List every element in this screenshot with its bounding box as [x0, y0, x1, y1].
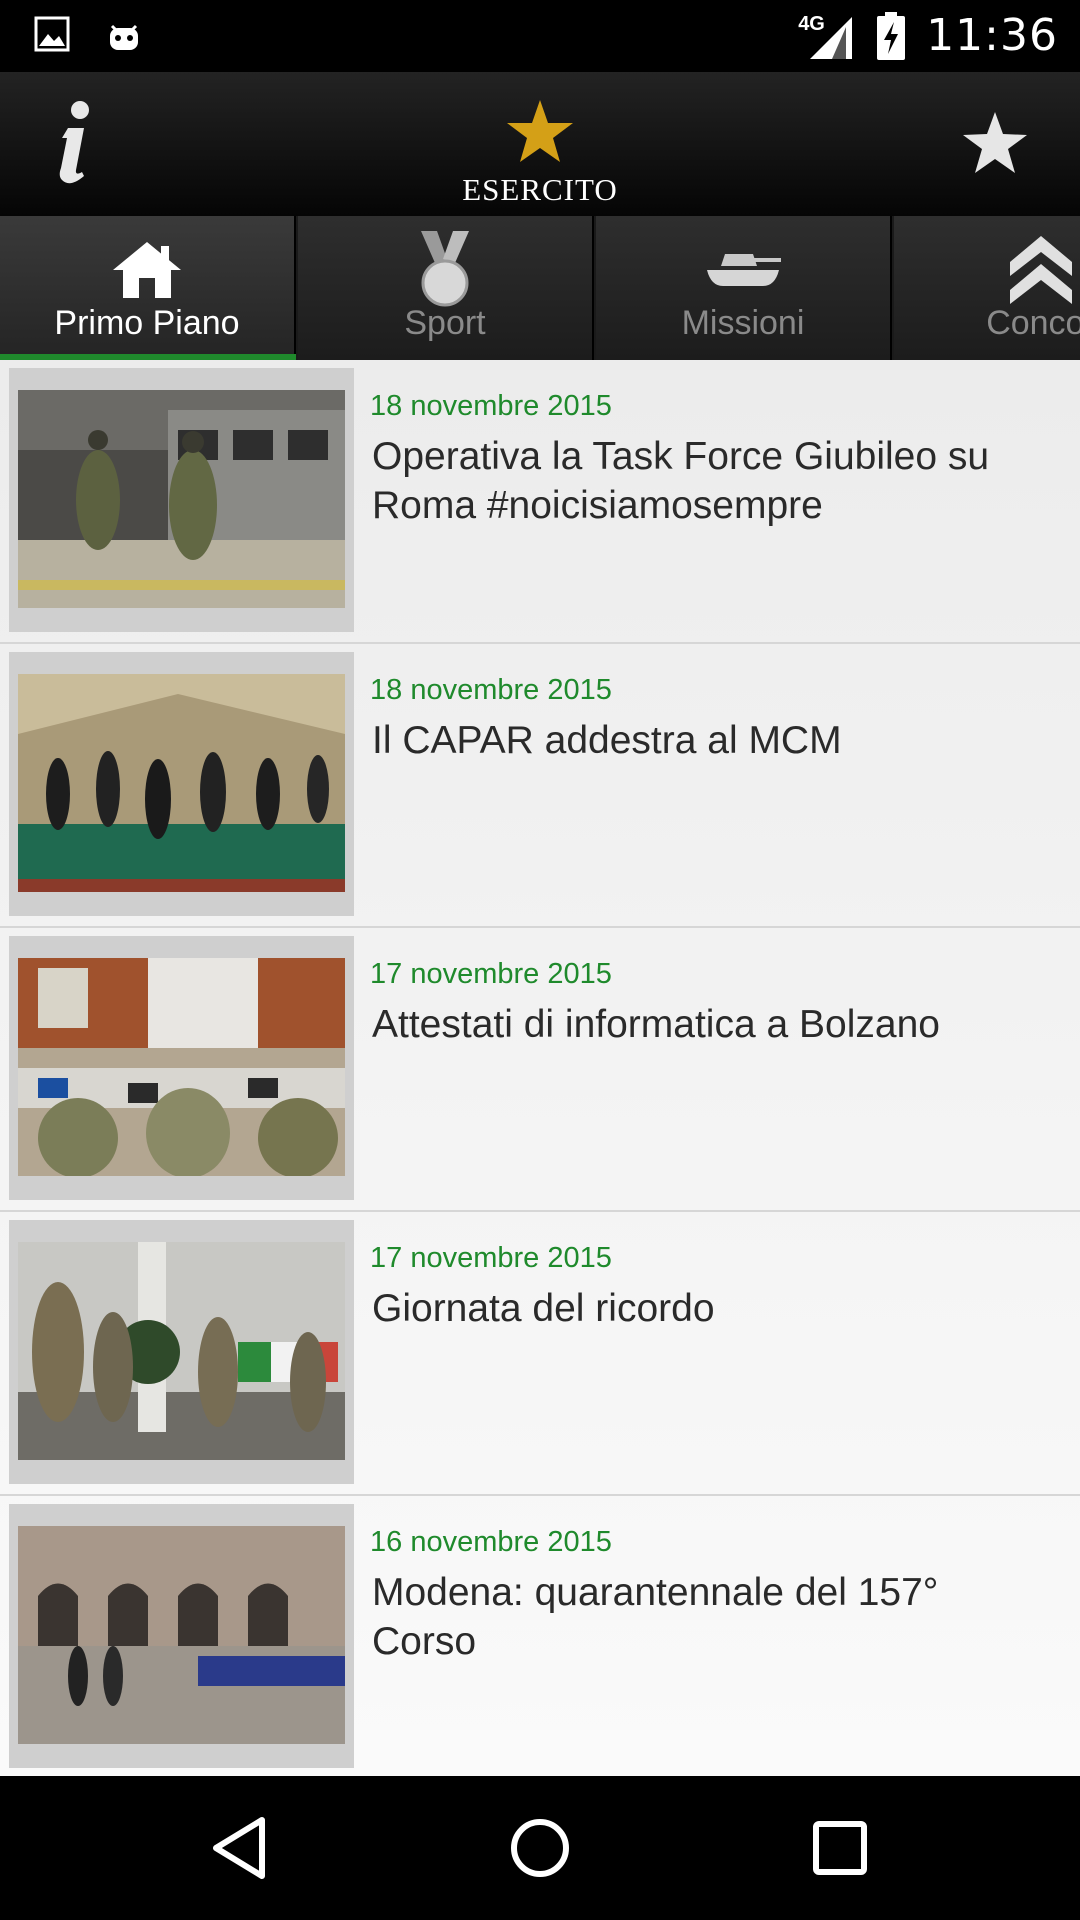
info-icon[interactable] — [44, 98, 104, 188]
news-item[interactable]: 18 novembre 2015 Il CAPAR addestra al MC… — [0, 644, 1080, 928]
category-tabs: Primo Piano Sport Missioni Conco — [0, 216, 1080, 360]
app-bar: ESERCITO — [0, 72, 1080, 216]
tab-label: Concor — [986, 304, 1080, 342]
tank-icon — [707, 254, 781, 286]
news-thumbnail-frame — [9, 936, 354, 1200]
star-icon[interactable] — [960, 108, 1030, 178]
news-thumbnail — [18, 958, 345, 1176]
news-thumbnail — [18, 1242, 345, 1460]
tab-label: Sport — [404, 304, 486, 342]
news-thumbnail — [18, 390, 345, 608]
home-circle-icon[interactable] — [504, 1812, 576, 1884]
news-item[interactable]: 17 novembre 2015 Giornata del ricordo — [0, 1212, 1080, 1496]
news-date: 18 novembre 2015 — [370, 390, 612, 422]
news-item[interactable]: 18 novembre 2015 Operativa la Task Force… — [0, 360, 1080, 644]
news-thumbnail-frame — [9, 1220, 354, 1484]
clock: 11:36 — [926, 10, 1058, 61]
news-title: Operativa la Task Force Giubileo su Roma… — [372, 435, 990, 527]
signal-icon — [810, 16, 853, 59]
system-navigation-bar — [0, 1776, 1080, 1920]
news-thumbnail-frame — [9, 652, 354, 916]
news-title: Giornata del ricordo — [372, 1287, 715, 1330]
news-item[interactable]: 17 novembre 2015 Attestati di informatic… — [0, 928, 1080, 1212]
home-icon — [113, 242, 181, 298]
news-thumbnail-frame — [9, 368, 354, 632]
news-thumbnail — [18, 1526, 345, 1744]
battery-charging-icon — [877, 11, 906, 60]
news-date: 17 novembre 2015 — [370, 958, 612, 990]
news-thumbnail — [18, 674, 345, 892]
rank-chevron-icon — [1010, 236, 1072, 304]
brand-logo: ESERCITO — [440, 90, 640, 210]
tab-missioni[interactable]: Missioni — [596, 216, 892, 360]
tab-primo-piano[interactable]: Primo Piano — [0, 216, 296, 360]
brand-name: ESERCITO — [462, 172, 618, 207]
tab-label: Missioni — [681, 304, 805, 342]
news-date: 17 novembre 2015 — [370, 1242, 612, 1274]
news-title: Il CAPAR addestra al MCM — [372, 719, 842, 762]
news-list: 18 novembre 2015 Operativa la Task Force… — [0, 360, 1080, 1776]
gold-star-icon — [507, 100, 573, 162]
tab-sport[interactable]: Sport — [298, 216, 594, 360]
recents-icon[interactable] — [804, 1812, 876, 1884]
back-icon[interactable] — [204, 1812, 276, 1884]
image-notification-icon — [34, 16, 70, 52]
news-title: Attestati di informatica a Bolzano — [372, 1003, 940, 1046]
signal-indicator: 4G — [798, 11, 856, 61]
news-thumbnail-frame — [9, 1504, 354, 1768]
status-bar: 4G 11:36 — [0, 0, 1080, 72]
news-item[interactable]: 16 novembre 2015 Modena: quarantennale d… — [0, 1496, 1080, 1776]
tab-label: Primo Piano — [54, 304, 240, 342]
news-title: Modena: quarantennale del 157° Corso — [372, 1571, 939, 1663]
news-date: 16 novembre 2015 — [370, 1526, 612, 1558]
tab-concorsi[interactable]: Concor — [894, 216, 1080, 360]
news-date: 18 novembre 2015 — [370, 674, 612, 706]
android-notification-icon — [110, 24, 138, 50]
medal-icon — [421, 231, 469, 307]
